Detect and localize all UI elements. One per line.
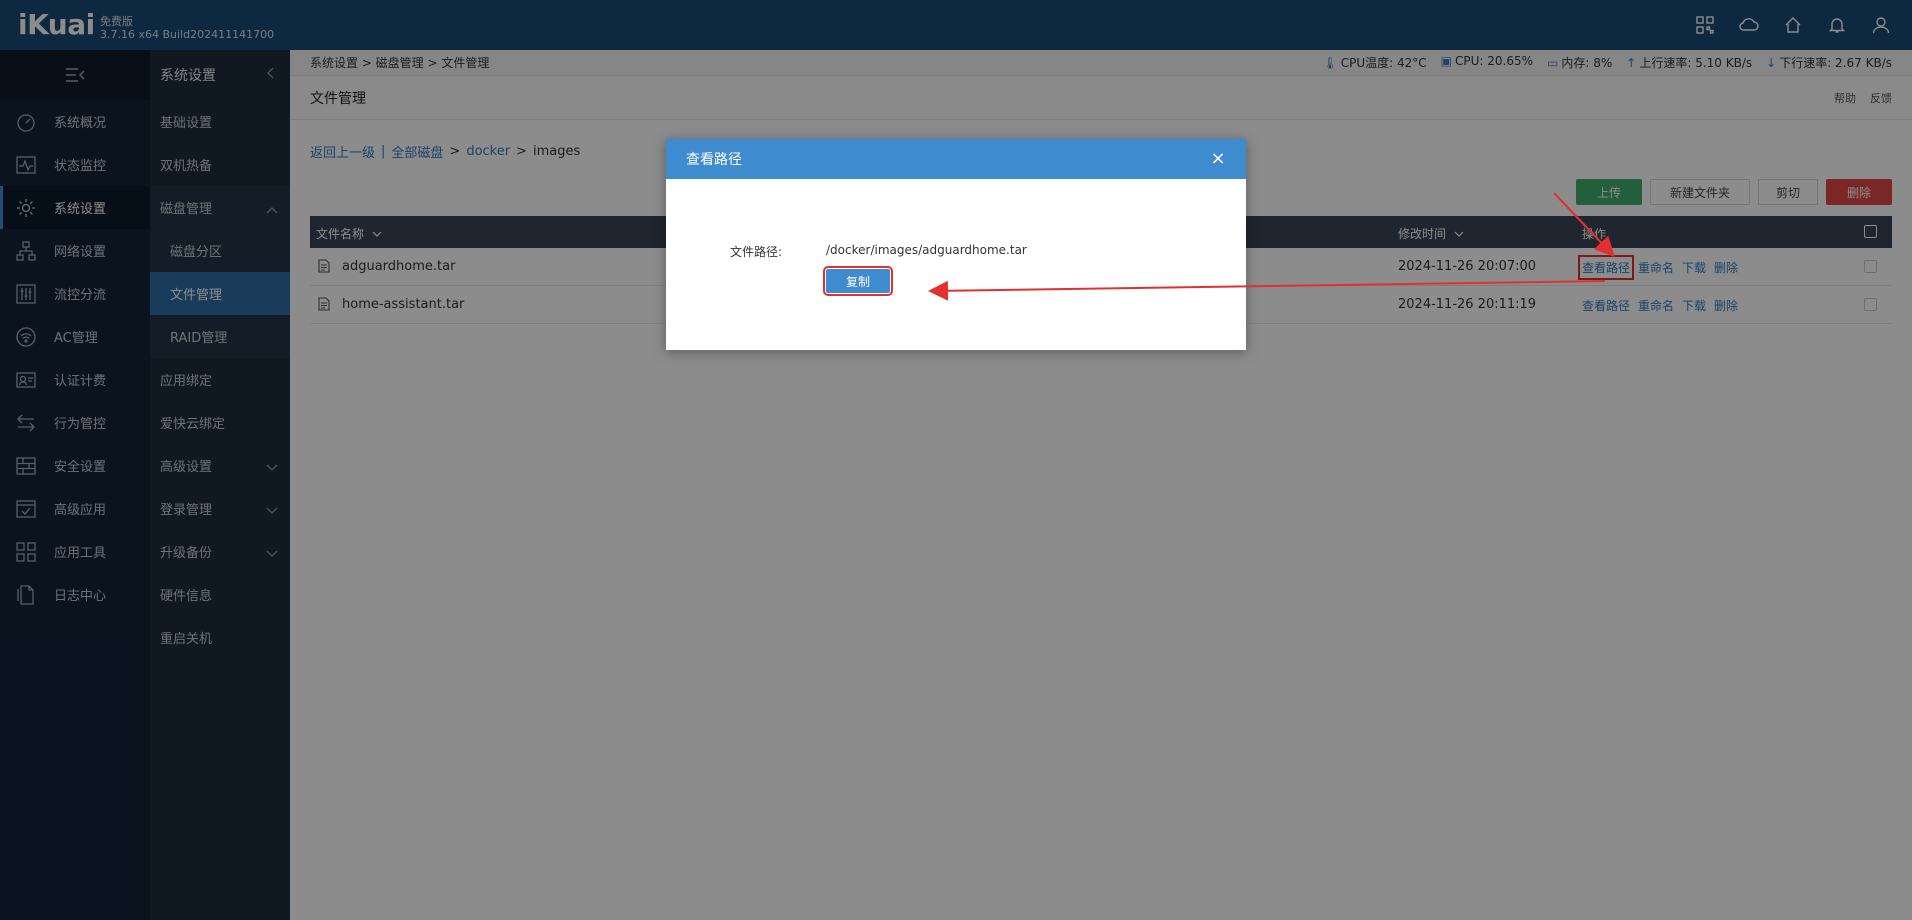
path-value: /docker/images/adguardhome.tar	[826, 243, 1027, 257]
path-label: 文件路径:	[730, 245, 783, 259]
modal-overlay[interactable]	[0, 0, 1912, 920]
view-path-dialog: 查看路径 × 文件路径: /docker/images/adguardhome.…	[666, 139, 1246, 350]
dialog-header: 查看路径 ×	[666, 139, 1246, 179]
copy-button[interactable]: 复制	[823, 266, 893, 296]
close-icon[interactable]: ×	[1208, 148, 1228, 169]
dialog-title: 查看路径	[686, 152, 742, 168]
dialog-body: 文件路径: /docker/images/adguardhome.tar 复制	[666, 179, 1246, 350]
